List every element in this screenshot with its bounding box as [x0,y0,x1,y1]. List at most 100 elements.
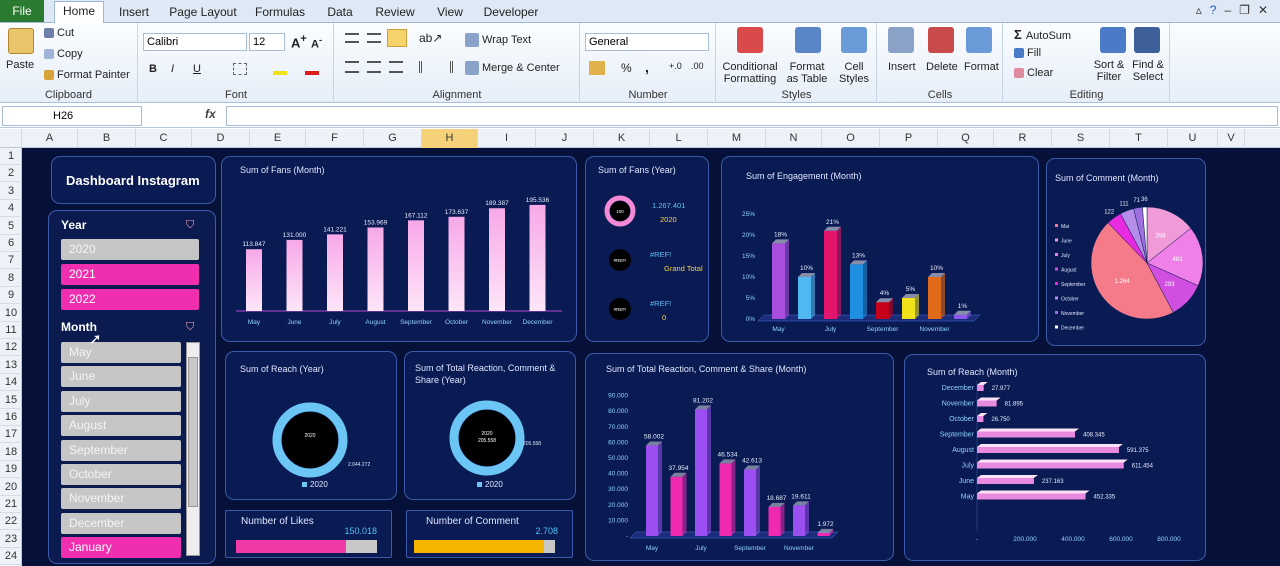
percent-button[interactable]: % [621,61,632,75]
cell-styles-button[interactable]: Cell Styles [833,61,875,85]
month-slicer-scrollbar[interactable] [186,342,200,556]
number-format-select[interactable]: General [585,33,709,51]
underline-button[interactable]: U [193,63,201,75]
column-header[interactable]: K [594,129,650,148]
increase-decimal-icon[interactable]: +.0 [669,61,682,71]
column-header[interactable]: V [1218,129,1245,148]
delete-cells-icon[interactable] [928,27,954,53]
select-all-corner[interactable] [0,129,22,148]
format-painter-button[interactable]: Format Painter [44,69,130,81]
month-slicer-item[interactable]: July [61,390,181,412]
italic-button[interactable]: I [171,63,174,75]
formula-input[interactable] [226,106,1278,126]
row-header[interactable]: 22 [0,513,22,531]
restore-icon[interactable]: ❐ [1239,3,1258,17]
tab-review[interactable]: Review [370,3,420,23]
month-slicer-item[interactable]: December [61,512,181,534]
tab-page-layout[interactable]: Page Layout [166,3,240,23]
paste-icon[interactable] [8,28,34,54]
year-clear-filter-icon[interactable]: ⛉ [186,219,194,232]
row-header[interactable]: 6 [0,235,22,252]
row-header[interactable]: 15 [0,392,22,409]
column-header[interactable]: U [1168,129,1218,148]
column-header[interactable]: F [306,129,364,148]
minimize-icon[interactable]: – [1224,3,1239,17]
row-header[interactable]: 21 [0,496,22,513]
fill-button[interactable]: Fill [1014,47,1041,59]
format-table-button[interactable]: Format as Table [783,61,831,85]
shrink-font-button[interactable]: A- [311,35,322,51]
column-header[interactable]: D [192,129,250,148]
row-header[interactable]: 4 [0,200,22,218]
column-header[interactable]: C [136,129,192,148]
align-right-icon[interactable] [389,61,403,73]
row-header[interactable]: 1 [0,148,22,165]
clear-button[interactable]: Clear [1014,67,1053,79]
column-header[interactable]: R [994,129,1052,148]
format-button[interactable]: Format [964,61,999,73]
month-slicer-item[interactable]: September [61,439,181,461]
column-header[interactable]: M [708,129,766,148]
month-slicer-item[interactable]: May [61,342,181,363]
increase-indent-icon[interactable] [439,61,453,73]
column-header[interactable]: A [22,129,78,148]
column-header[interactable]: G [364,129,422,148]
font-name-select[interactable]: Calibri [143,33,247,51]
tab-file[interactable]: File [0,0,44,22]
row-header[interactable]: 10 [0,305,22,322]
align-bottom-icon[interactable] [387,29,407,47]
year-slicer-item[interactable]: 2021 [61,264,199,285]
binoculars-icon[interactable] [1134,27,1160,53]
font-size-select[interactable]: 12 [249,33,285,51]
month-slicer-item[interactable]: August [61,415,181,437]
align-top-icon[interactable] [345,33,359,43]
grow-font-button[interactable]: A+ [291,33,307,50]
insert-button[interactable]: Insert [888,61,916,73]
copy-button[interactable]: Copy [44,48,83,60]
borders-icon[interactable] [233,63,247,75]
tab-formulas[interactable]: Formulas [252,3,308,23]
close-icon[interactable]: ✕ [1258,3,1276,17]
row-header[interactable]: 9 [0,287,22,305]
row-header[interactable]: 2 [0,165,22,183]
format-table-icon[interactable] [795,27,821,53]
month-slicer-item[interactable]: January [61,537,181,559]
tab-home[interactable]: Home [54,1,104,23]
row-header[interactable]: 19 [0,461,22,479]
row-header[interactable]: 23 [0,531,22,548]
year-slicer-item[interactable]: 2022 [61,289,199,310]
row-header[interactable]: 17 [0,426,22,444]
row-header[interactable]: 3 [0,183,22,200]
tab-developer[interactable]: Developer [480,3,542,23]
column-header[interactable]: T [1110,129,1168,148]
conditional-formatting-button[interactable]: Conditional Formatting [719,61,781,85]
wrap-text-button[interactable]: Wrap Text [465,33,531,47]
fx-icon[interactable]: fx [205,107,216,121]
tab-view[interactable]: View [430,3,470,23]
decrease-indent-icon[interactable] [419,61,433,73]
column-header[interactable]: S [1052,129,1110,148]
currency-icon[interactable] [589,61,605,75]
row-header[interactable]: 18 [0,444,22,461]
row-header[interactable]: 20 [0,479,22,496]
column-header[interactable]: H [422,129,478,148]
row-header[interactable]: 13 [0,357,22,374]
column-header[interactable]: J [536,129,594,148]
align-middle-icon[interactable] [367,33,381,43]
month-slicer-item[interactable]: June [61,366,181,388]
font-color-icon[interactable] [305,61,319,75]
month-slicer-item[interactable]: October [61,464,181,485]
cut-button[interactable]: Cut [44,27,74,39]
row-header[interactable]: 11 [0,322,22,339]
help-icon[interactable]: ? [1210,3,1225,17]
paste-button[interactable]: Paste [6,59,34,71]
bold-button[interactable]: B [149,63,157,75]
column-header[interactable]: E [250,129,306,148]
conditional-formatting-icon[interactable] [737,27,763,53]
column-header[interactable]: B [78,129,136,148]
column-header[interactable]: P [880,129,938,148]
year-slicer-item[interactable]: 2020 [61,239,199,260]
tab-data[interactable]: Data [320,3,360,23]
autosum-button[interactable]: Σ AutoSum [1014,27,1071,42]
row-header[interactable]: 5 [0,218,22,235]
